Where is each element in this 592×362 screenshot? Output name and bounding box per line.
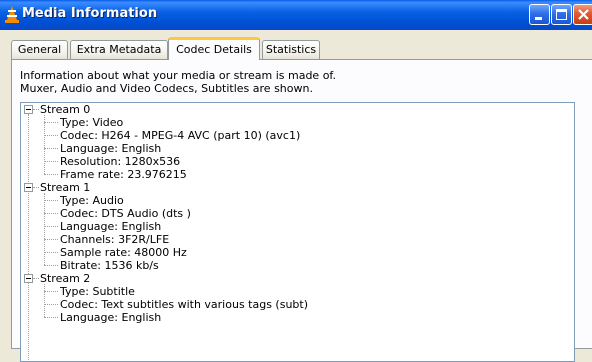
tree-detail-item[interactable]: Sample rate: 48000 Hz [60,246,187,259]
maximize-button[interactable] [551,4,572,25]
tree-connector [44,239,58,240]
tree-connector [44,226,58,227]
tree-detail-item[interactable]: Codec: DTS Audio (dts ) [60,207,191,220]
description-line-2: Muxer, Audio and Video Codecs, Subtitles… [20,82,313,95]
tree-connector [44,122,58,123]
tree-connector [44,161,58,162]
codec-details-panel: Information about what your media or str… [11,59,592,362]
collapse-toggle-icon[interactable] [24,274,33,283]
tree-connector [33,187,39,188]
tree-detail-item[interactable]: Codec: H264 - MPEG-4 AVC (part 10) (avc1… [60,129,300,142]
tree-detail-item[interactable]: Language: English [60,220,161,233]
tree-detail-item[interactable]: Resolution: 1280x536 [60,155,180,168]
title-bar: Media Information [0,0,592,30]
tree-connector [44,317,58,318]
maximize-icon [556,9,567,20]
tree-detail-item[interactable]: Bitrate: 1536 kb/s [60,259,159,272]
tree-connector [44,304,58,305]
tree-connector [44,265,58,266]
tab-general[interactable]: General [11,40,68,59]
tree-connector [33,109,39,110]
tree-connector [33,278,39,279]
tree-connector [44,115,45,174]
tree-detail-item[interactable]: Language: English [60,311,161,324]
panel-description: Information about what your media or str… [20,69,336,95]
collapse-toggle-icon[interactable] [24,183,33,192]
tree-detail-item[interactable]: Frame rate: 23.976215 [60,168,187,181]
tree-connector [44,252,58,253]
tree-connector [44,193,45,265]
tree-detail-item[interactable]: Type: Video [60,116,123,129]
codec-tree[interactable]: Stream 0 Type: Video Codec: H264 - MPEG-4 … [20,102,575,362]
tab-statistics[interactable]: Statistics [262,40,320,59]
close-icon [578,9,589,20]
tree-stream-item[interactable]: Stream 1 [40,181,90,194]
tab-codec-details[interactable]: Codec Details [168,37,260,60]
close-button[interactable] [573,4,592,25]
collapse-toggle-icon[interactable] [24,105,33,114]
window-title: Media Information [22,6,158,21]
tree-stream-item[interactable]: Stream 0 [40,103,90,116]
tree-connector [44,213,58,214]
tree-connector [44,284,45,317]
description-line-1: Information about what your media or str… [20,69,336,82]
tree-connector [44,148,58,149]
vlc-cone-icon [5,6,19,23]
minimize-button[interactable] [529,4,550,25]
tree-connector [44,174,58,175]
tree-connector [44,135,58,136]
tree-detail-item[interactable]: Channels: 3F2R/LFE [60,233,169,246]
tree-connector [44,291,58,292]
tree-detail-item[interactable]: Type: Subtitle [60,285,135,298]
tab-extra-metadata[interactable]: Extra Metadata [70,40,168,59]
tree-detail-item[interactable]: Type: Audio [60,194,124,207]
tree-detail-item[interactable]: Codec: Text subtitles with various tags … [60,298,308,311]
tree-stream-item[interactable]: Stream 2 [40,272,90,285]
tree-detail-item[interactable]: Language: English [60,142,161,155]
tree-connector [44,200,58,201]
minimize-icon [535,17,542,20]
tree-connector [28,114,29,361]
